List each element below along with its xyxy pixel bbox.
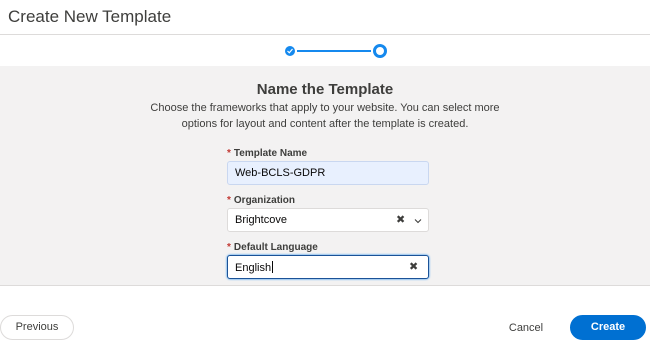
modal-title: Create New Template <box>8 7 172 26</box>
chevron-down-icon[interactable] <box>414 217 422 225</box>
previous-button[interactable]: Previous <box>0 315 74 340</box>
template-name-input[interactable]: Web-BCLS-GDPR <box>227 161 429 185</box>
clear-icon[interactable]: ✖ <box>409 262 419 273</box>
required-marker: * <box>227 242 231 253</box>
create-button[interactable]: Create <box>570 315 646 340</box>
template-name-label: * Template Name <box>227 148 308 159</box>
modal-header: Create New Template <box>0 0 650 35</box>
step-current-icon[interactable] <box>373 44 387 58</box>
default-language-label: * Default Language <box>227 242 318 253</box>
organization-label: * Organization <box>227 195 296 206</box>
required-marker: * <box>227 195 231 206</box>
section-description: Choose the frameworks that apply to your… <box>150 102 500 130</box>
section-title: Name the Template <box>256 81 394 98</box>
form-body: Name the Template Choose the frameworks … <box>0 66 650 286</box>
progress-stepper <box>0 36 650 66</box>
step-complete-icon[interactable] <box>285 46 295 56</box>
modal-footer: Previous Cancel Create <box>0 303 650 346</box>
cancel-button[interactable]: Cancel <box>504 316 548 341</box>
default-language-input[interactable]: English ✖ <box>227 255 429 279</box>
clear-icon[interactable]: ✖ <box>396 215 406 226</box>
organization-select[interactable]: Brightcove ✖ <box>227 208 429 232</box>
required-marker: * <box>227 148 231 159</box>
step-connector <box>297 50 371 52</box>
